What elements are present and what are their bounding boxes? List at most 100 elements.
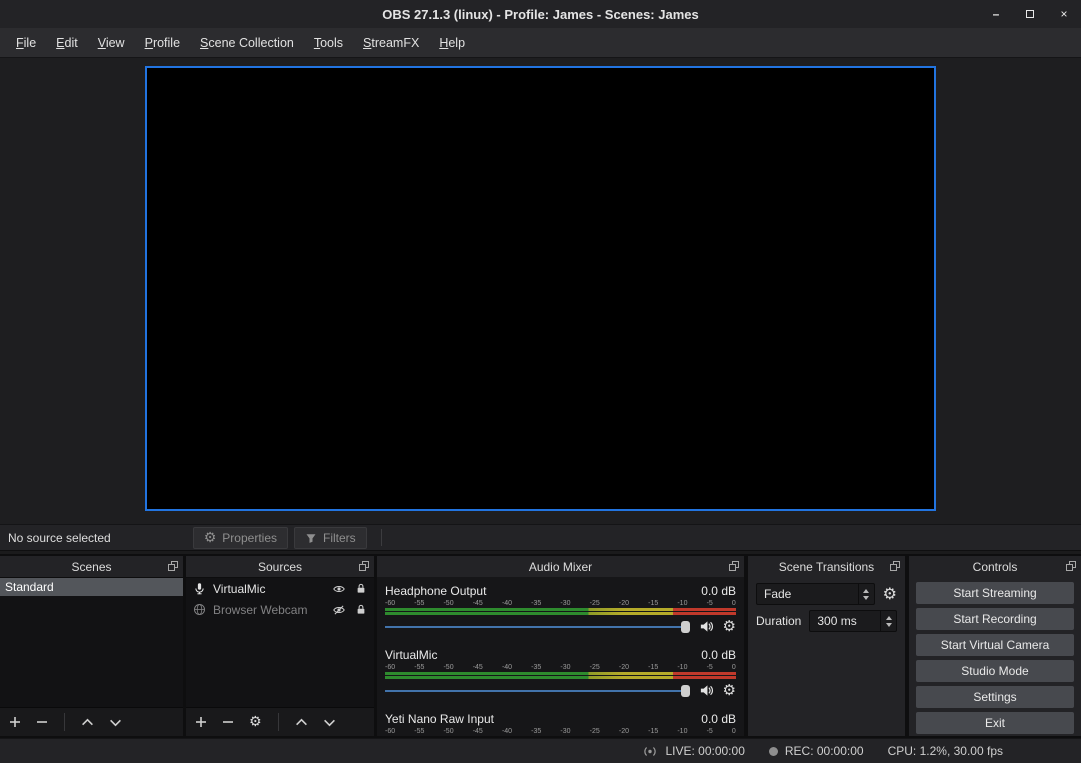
source-toolbar: No source selected ⚙ Properties Filters (0, 524, 1081, 551)
gear-icon: ⚙ (723, 683, 736, 698)
lock-toggle[interactable] (355, 582, 367, 595)
close-button[interactable]: × (1057, 7, 1071, 21)
visibility-toggle[interactable] (332, 583, 346, 595)
transition-select[interactable]: Fade (756, 583, 875, 605)
preview-canvas[interactable] (145, 66, 936, 511)
lock-toggle[interactable] (355, 603, 367, 616)
popout-icon (168, 561, 178, 571)
start-recording-button[interactable]: Start Recording (916, 608, 1074, 630)
controls-popout-button[interactable] (1066, 561, 1076, 571)
properties-button[interactable]: ⚙ Properties (193, 527, 288, 549)
source-row-icons (332, 582, 367, 595)
minimize-button[interactable]: – (989, 7, 1003, 21)
move-scene-up-button[interactable] (81, 718, 94, 727)
mixer-channel-yeti-nano: Yeti Nano Raw Input 0.0 dB -60-55-50-45-… (385, 711, 736, 736)
sources-popout-button[interactable] (359, 561, 369, 571)
channel-level: 0.0 dB (701, 712, 736, 726)
gear-icon: ⚙ (883, 586, 897, 602)
volume-slider-handle[interactable] (681, 685, 690, 697)
remove-source-button[interactable] (222, 716, 234, 728)
duration-spinbox[interactable]: 300 ms (809, 610, 897, 632)
start-virtual-camera-button[interactable]: Start Virtual Camera (916, 634, 1074, 656)
duration-increase-button[interactable] (886, 616, 892, 620)
lock-icon (355, 582, 367, 595)
menu-item-file[interactable]: File (6, 31, 46, 55)
menu-item-view[interactable]: View (88, 31, 135, 55)
volume-meter (385, 612, 736, 615)
popout-icon (359, 561, 369, 571)
scenes-list: Standard (0, 577, 183, 707)
mute-button[interactable] (699, 619, 714, 634)
settings-button[interactable]: Settings (916, 686, 1074, 708)
add-source-button[interactable] (195, 716, 207, 728)
record-dot-icon (769, 747, 778, 756)
rec-label: REC: 00:00:00 (785, 744, 864, 758)
minus-icon (36, 716, 48, 728)
menu-item-streamfx[interactable]: StreamFX (353, 31, 429, 55)
source-name: Browser Webcam (213, 603, 307, 617)
source-properties-button[interactable]: ⚙ (249, 715, 262, 729)
globe-icon (193, 603, 206, 616)
remove-scene-button[interactable] (36, 716, 48, 728)
source-row-browser-webcam[interactable]: Browser Webcam (186, 599, 374, 620)
start-streaming-button[interactable]: Start Streaming (916, 582, 1074, 604)
audio-mixer-popout-button[interactable] (729, 561, 739, 571)
scene-item-standard[interactable]: Standard (0, 578, 183, 596)
meter-scale: -60-55-50-45-40-35-30-25-20-15-10-50 (385, 727, 736, 736)
menu-item-help[interactable]: Help (429, 31, 475, 55)
meter-scale: -60-55-50-45-40-35-30-25-20-15-10-50 (385, 663, 736, 672)
volume-slider[interactable] (385, 690, 690, 692)
sources-title: Sources (258, 560, 302, 574)
duration-decrease-button[interactable] (886, 623, 892, 627)
live-label: LIVE: 00:00:00 (665, 744, 744, 758)
source-row-virtualmic[interactable]: VirtualMic (186, 578, 374, 599)
filter-icon (305, 532, 317, 544)
no-source-label: No source selected (8, 531, 111, 545)
channel-settings-button[interactable]: ⚙ (723, 683, 736, 698)
move-scene-down-button[interactable] (109, 718, 122, 727)
audio-mixer-dock-header: Audio Mixer (377, 556, 744, 577)
maximize-button[interactable] (1023, 7, 1037, 21)
visibility-toggle[interactable] (332, 604, 346, 616)
sources-toolbar: ⚙ (186, 707, 374, 736)
menu-item-scene-collection[interactable]: Scene Collection (190, 31, 304, 55)
menu-item-profile[interactable]: Profile (135, 31, 190, 55)
audio-mixer-dock: Audio Mixer Headphone Output 0.0 dB -60-… (377, 556, 744, 736)
obs-window: OBS 27.1.3 (linux) - Profile: James - Sc… (0, 0, 1081, 763)
transition-settings-button[interactable]: ⚙ (883, 586, 897, 602)
menu-item-edit[interactable]: Edit (46, 31, 88, 55)
broadcast-icon (642, 745, 658, 758)
scene-transitions-dock-header: Scene Transitions (748, 556, 905, 577)
add-scene-button[interactable] (9, 716, 21, 728)
transitions-popout-button[interactable] (890, 561, 900, 571)
move-source-up-button[interactable] (295, 718, 308, 727)
channel-name: VirtualMic (385, 648, 437, 662)
channel-name: Yeti Nano Raw Input (385, 712, 494, 726)
volume-slider[interactable] (385, 626, 690, 628)
toolbar-separator (278, 713, 279, 731)
channel-settings-button[interactable]: ⚙ (723, 619, 736, 634)
titlebar: OBS 27.1.3 (linux) - Profile: James - Sc… (0, 0, 1081, 28)
performance-stats: CPU: 1.2%, 30.00 fps (888, 744, 1003, 758)
source-name: VirtualMic (213, 582, 265, 596)
scene-transitions-title: Scene Transitions (779, 560, 874, 574)
popout-icon (729, 561, 739, 571)
lock-icon (355, 603, 367, 616)
menubar: File Edit View Profile Scene Collection … (0, 28, 1081, 58)
sources-list: VirtualMic (186, 577, 374, 707)
studio-mode-button[interactable]: Studio Mode (916, 660, 1074, 682)
move-source-down-button[interactable] (323, 718, 336, 727)
audio-mixer-title: Audio Mixer (529, 560, 592, 574)
scenes-dock: Scenes Standard (0, 556, 183, 736)
chevron-down-icon (109, 718, 122, 727)
scene-transitions-dock: Scene Transitions Fade (748, 556, 905, 736)
scenes-dock-header: Scenes (0, 556, 183, 577)
volume-slider-handle[interactable] (681, 621, 690, 633)
filters-button[interactable]: Filters (294, 527, 367, 549)
menu-item-tools[interactable]: Tools (304, 31, 353, 55)
transition-selected-value: Fade (764, 587, 791, 601)
mute-button[interactable] (699, 683, 714, 698)
mixer-channel-virtualmic: VirtualMic 0.0 dB -60-55-50-45-40-35-30-… (385, 647, 736, 699)
scenes-popout-button[interactable] (168, 561, 178, 571)
exit-button[interactable]: Exit (916, 712, 1074, 734)
